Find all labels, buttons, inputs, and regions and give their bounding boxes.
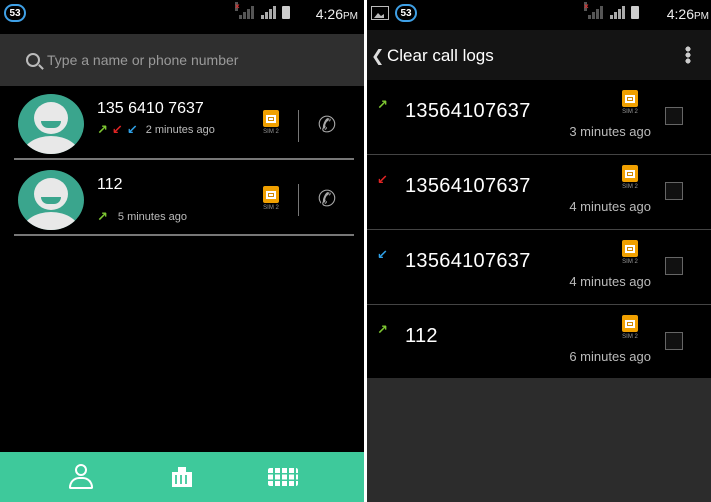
select-checkbox[interactable] <box>665 107 683 125</box>
screenshot-icon <box>371 6 389 20</box>
row-divider <box>14 234 354 236</box>
call-meta: ↗ 5 minutes ago <box>97 210 187 223</box>
outgoing-call-icon: ↗ <box>377 322 388 337</box>
sim-icon: SIM 2 <box>619 315 641 345</box>
overflow-menu-icon[interactable] <box>685 46 691 64</box>
call-log-row[interactable]: ↗ 13564107637 SIM 2 3 minutes ago <box>367 80 711 155</box>
call-log-list: ↗ 13564107637 SIM 2 3 minutes ago ↙ 1356… <box>367 80 711 380</box>
call-phone-icon[interactable]: ✆ <box>316 114 338 136</box>
sim-icon: SIM 2 <box>619 240 641 270</box>
contact-number: 135 6410 7637 <box>97 100 204 117</box>
nav-groups-button[interactable] <box>162 457 202 497</box>
search-bar[interactable]: Type a name or phone number <box>0 34 364 86</box>
call-time: 2 minutes ago <box>145 123 215 136</box>
sim-icon: SIM 2 <box>260 186 282 216</box>
status-bar: 53 × 4:26PM <box>367 0 711 26</box>
call-phone-icon[interactable]: ✆ <box>316 188 338 210</box>
keypad-icon <box>268 468 299 486</box>
call-time: 5 minutes ago <box>117 210 188 223</box>
building-icon <box>171 467 192 487</box>
log-number: 13564107637 <box>405 250 531 272</box>
divider <box>298 184 299 216</box>
log-number: 13564107637 <box>405 100 531 122</box>
action-bar: ❮ Clear call logs <box>367 30 711 80</box>
missed-call-icon: ↙ <box>111 122 123 137</box>
call-log-item[interactable]: 112 ↗ 5 minutes ago SIM 2 ✆ <box>14 166 354 236</box>
nav-keypad-button[interactable] <box>263 457 303 497</box>
call-log-item[interactable]: 135 6410 7637 ↗ ↙ ↙ 2 minutes ago SIM 2 … <box>14 90 354 160</box>
select-checkbox[interactable] <box>665 182 683 200</box>
nav-contacts-button[interactable] <box>61 457 101 497</box>
back-chevron-icon[interactable]: ❮ <box>371 46 384 66</box>
log-number: 13564107637 <box>405 175 531 197</box>
battery-icon <box>282 6 290 19</box>
status-bar: 53 × 4:26PM <box>0 0 364 26</box>
log-time: 4 minutes ago <box>569 199 651 214</box>
notification-badge: 53 <box>4 4 26 22</box>
clear-call-logs-screen: 53 × 4:26PM ❮ Clear call logs ↗ 13564107… <box>367 0 711 502</box>
call-log-row[interactable]: ↙ 13564107637 SIM 2 4 minutes ago <box>367 230 711 305</box>
sim2-signal-icon <box>610 5 625 19</box>
contact-avatar[interactable] <box>18 94 84 154</box>
row-divider <box>14 158 354 160</box>
page-title[interactable]: Clear call logs <box>387 46 494 66</box>
outgoing-call-icon: ↗ <box>97 122 108 137</box>
search-icon <box>26 53 40 67</box>
incoming-call-icon: ↙ <box>126 122 138 137</box>
log-time: 4 minutes ago <box>569 274 651 289</box>
sim-icon: SIM 2 <box>260 110 282 140</box>
dialer-screen: 53 × 4:26PM Type a name or phone number … <box>0 0 364 502</box>
sim-icon: SIM 2 <box>619 90 641 120</box>
sim1-signal-icon: × <box>584 2 603 19</box>
battery-icon <box>631 6 639 19</box>
call-log-row[interactable]: ↙ 13564107637 SIM 2 4 minutes ago <box>367 155 711 230</box>
sim1-signal-icon: × <box>235 2 254 19</box>
outgoing-call-icon: ↗ <box>97 209 108 224</box>
search-input[interactable]: Type a name or phone number <box>47 52 238 68</box>
status-clock: 4:26PM <box>666 6 709 22</box>
incoming-call-icon: ↙ <box>377 247 388 262</box>
select-checkbox[interactable] <box>665 257 683 275</box>
call-log-row[interactable]: ↗ 112 SIM 2 6 minutes ago <box>367 305 711 380</box>
select-checkbox[interactable] <box>665 332 683 350</box>
status-icons: × <box>584 2 639 19</box>
contact-avatar[interactable] <box>18 170 84 230</box>
log-number: 112 <box>405 325 438 347</box>
sim2-signal-icon <box>261 5 276 19</box>
empty-list-area <box>367 378 711 502</box>
log-time: 6 minutes ago <box>569 349 651 364</box>
contact-number: 112 <box>97 176 123 193</box>
notification-badge: 53 <box>395 4 417 22</box>
sim-icon: SIM 2 <box>619 165 641 195</box>
missed-call-icon: ↙ <box>377 172 388 187</box>
call-meta: ↗ ↙ ↙ 2 minutes ago <box>97 123 215 136</box>
bottom-nav <box>0 452 364 502</box>
log-time: 3 minutes ago <box>569 124 651 139</box>
divider <box>298 110 299 142</box>
status-icons: × <box>235 2 290 19</box>
status-clock: 4:26PM <box>315 6 358 22</box>
contacts-icon <box>68 464 94 490</box>
outgoing-call-icon: ↗ <box>377 97 388 112</box>
